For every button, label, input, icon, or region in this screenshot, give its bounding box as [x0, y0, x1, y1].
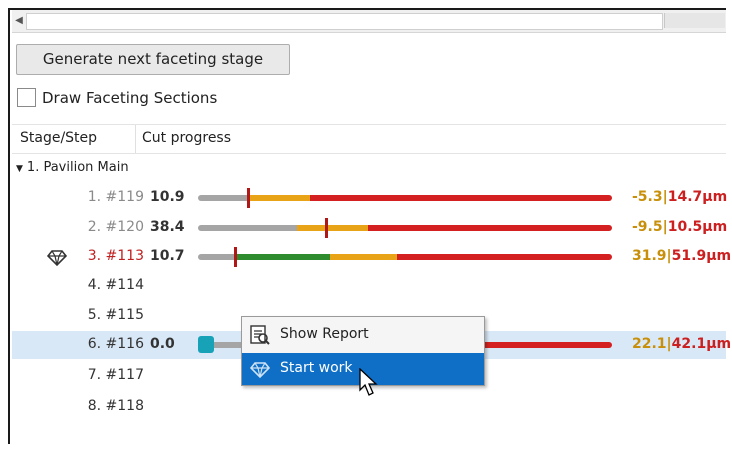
step-label: 6. #116: [87, 336, 144, 352]
generate-next-stage-button[interactable]: Generate next faceting stage: [16, 44, 290, 75]
step-label: 4. #114: [87, 277, 144, 293]
progress-handle[interactable]: [198, 336, 214, 353]
deviation-values: -9.5|10.5μm: [632, 219, 728, 235]
scroll-track-right[interactable]: [664, 13, 725, 28]
menu-item-label: Show Report: [280, 326, 369, 342]
step-value: 0.0: [150, 336, 175, 352]
cut-progress-bar: [198, 225, 612, 231]
step-label: 7. #117: [87, 367, 144, 383]
step-label: 3. #113: [87, 248, 144, 264]
table-row[interactable]: 2. #120 38.4 -9.5|10.5μm: [12, 214, 728, 242]
table-row[interactable]: 3. #113 10.7 31.9|51.9μm: [12, 243, 731, 271]
menu-item-show-report[interactable]: Show Report: [242, 319, 484, 351]
diamond-icon: [249, 362, 271, 379]
horizontal-scrollbar[interactable]: ◀: [12, 10, 726, 33]
table-header: Stage/Step Cut progress: [12, 124, 726, 154]
menu-item-label: Start work: [280, 360, 353, 376]
progress-marker: [234, 247, 237, 267]
scroll-thumb[interactable]: [26, 13, 663, 30]
deviation-values: 31.9|51.9μm: [632, 248, 732, 264]
cut-progress-bar: [198, 195, 612, 201]
group-label: 1. Pavilion Main: [26, 160, 129, 175]
group-pavilion-main[interactable]: ▼ 1. Pavilion Main: [16, 160, 129, 175]
step-label: 1. #119: [87, 189, 144, 205]
diamond-icon: [46, 250, 68, 267]
step-label: 5. #115: [87, 307, 144, 323]
scroll-left-icon[interactable]: ◀: [12, 10, 26, 32]
deviation-values: 22.1|42.1μm: [632, 336, 732, 352]
header-cut-progress[interactable]: Cut progress: [142, 130, 231, 146]
table-row[interactable]: 4. #114: [12, 272, 726, 300]
header-divider: [135, 125, 136, 153]
report-icon: [250, 325, 270, 345]
step-value: 10.9: [150, 189, 185, 205]
step-value: 38.4: [150, 219, 185, 235]
table-row[interactable]: 1. #119 10.9 -5.3|14.7μm: [12, 184, 728, 212]
step-label: 2. #120: [87, 219, 144, 235]
deviation-values: -5.3|14.7μm: [632, 189, 728, 205]
step-value: 10.7: [150, 248, 185, 264]
step-label: 8. #118: [87, 398, 144, 414]
progress-marker: [247, 188, 250, 208]
expand-triangle-icon[interactable]: ▼: [16, 164, 23, 174]
draw-sections-label: Draw Faceting Sections: [42, 89, 218, 107]
draw-sections-checkbox[interactable]: [17, 88, 36, 107]
cut-progress-bar: [198, 254, 612, 260]
header-stage-step[interactable]: Stage/Step: [20, 130, 97, 146]
progress-marker: [325, 218, 328, 238]
mouse-cursor-icon: [359, 368, 378, 396]
